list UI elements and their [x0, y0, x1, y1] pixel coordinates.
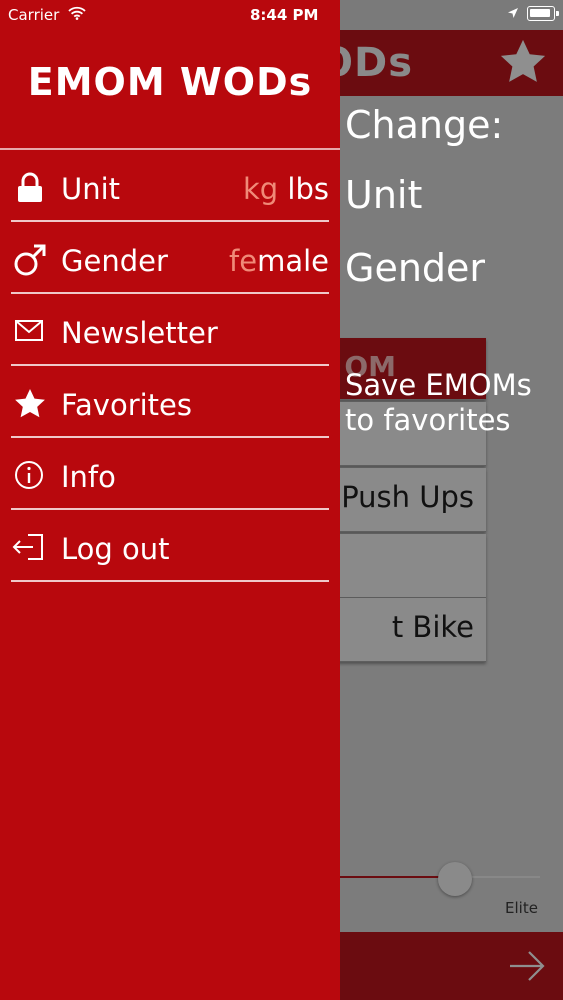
logout-icon [12, 534, 43, 560]
tutorial-unit-text: Unit [345, 173, 423, 217]
level-slider-knob[interactable] [438, 862, 472, 896]
menu-item-label: Log out [61, 532, 170, 566]
side-menu-drawer: EMOM WODs Unit kg lbs Gender female News… [0, 0, 340, 1000]
menu-item-label: Info [61, 460, 116, 494]
menu-divider [11, 580, 329, 582]
location-arrow-icon [508, 8, 518, 18]
clock: 8:44 PM [250, 6, 319, 24]
unit-toggle[interactable]: kg lbs [243, 172, 329, 206]
menu-item-label: Unit [61, 172, 121, 206]
wifi-icon [68, 6, 86, 20]
menu-item-logout[interactable]: Log out [0, 510, 340, 582]
workout-card-label: Push Ups [341, 480, 474, 514]
menu-item-label: Newsletter [61, 316, 218, 350]
menu-item-newsletter[interactable]: Newsletter [0, 294, 340, 366]
favorite-star-icon[interactable] [497, 36, 549, 88]
star-icon [15, 389, 45, 418]
menu-item-label: Favorites [61, 388, 192, 422]
info-icon [15, 461, 43, 489]
gender-option-male[interactable]: male [257, 244, 329, 278]
workout-card-label: t Bike [391, 610, 474, 644]
battery-icon [527, 6, 559, 21]
envelope-icon [15, 320, 43, 341]
arrow-right-icon[interactable] [507, 946, 547, 986]
menu-item-unit[interactable]: Unit kg lbs [0, 150, 340, 222]
menu-item-favorites[interactable]: Favorites [0, 366, 340, 438]
tutorial-change-text: Change: [345, 103, 504, 147]
carrier-label: Carrier [8, 6, 60, 24]
app-logo: EMOM WODs [27, 60, 313, 104]
male-symbol-icon [14, 244, 46, 276]
gender-option-female[interactable]: fe [229, 244, 257, 278]
lock-icon [18, 172, 42, 202]
menu-item-gender[interactable]: Gender female [0, 222, 340, 294]
gender-toggle[interactable]: female [229, 244, 329, 278]
tutorial-favorites-text: Save EMOMs [345, 368, 532, 402]
unit-option-lbs[interactable]: lbs [287, 172, 329, 206]
level-slider-fill [340, 876, 440, 878]
tutorial-favorites-text: to favorites [345, 403, 511, 437]
unit-option-kg[interactable]: kg [243, 172, 278, 206]
slider-label-elite: Elite [505, 899, 538, 917]
menu-item-info[interactable]: Info [0, 438, 340, 510]
tutorial-gender-text: Gender [345, 246, 486, 290]
menu-item-label: Gender [61, 244, 168, 278]
status-bar: Carrier 8:44 PM [0, 0, 563, 30]
